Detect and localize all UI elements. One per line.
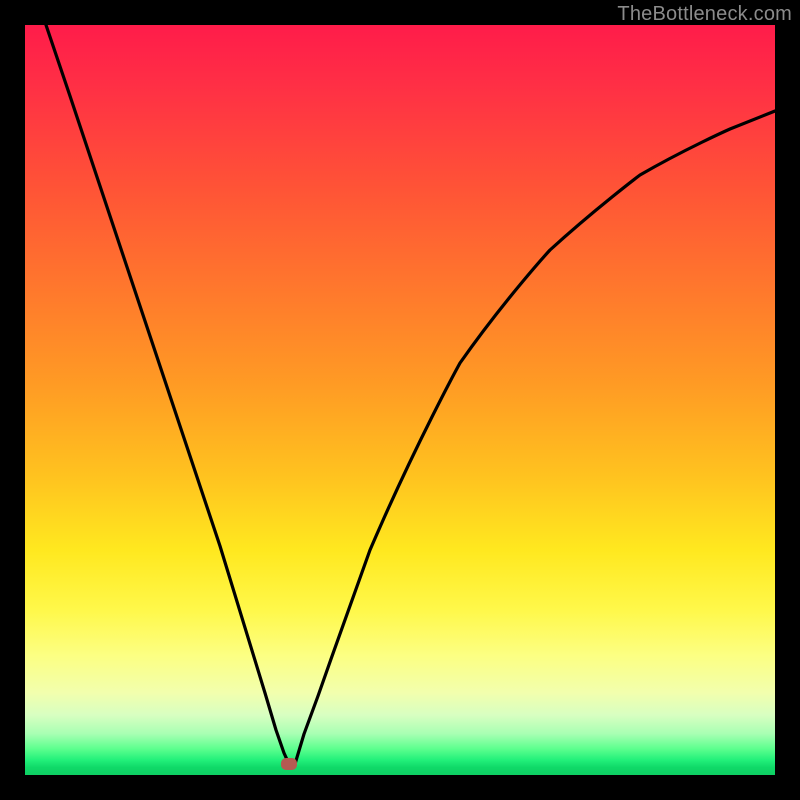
bottleneck-curve [25, 25, 775, 775]
bottleneck-marker [281, 758, 297, 770]
chart-frame: TheBottleneck.com [0, 0, 800, 800]
chart-plot-area [25, 25, 775, 775]
watermark-text: TheBottleneck.com [617, 3, 792, 26]
curve-path [46, 25, 775, 766]
